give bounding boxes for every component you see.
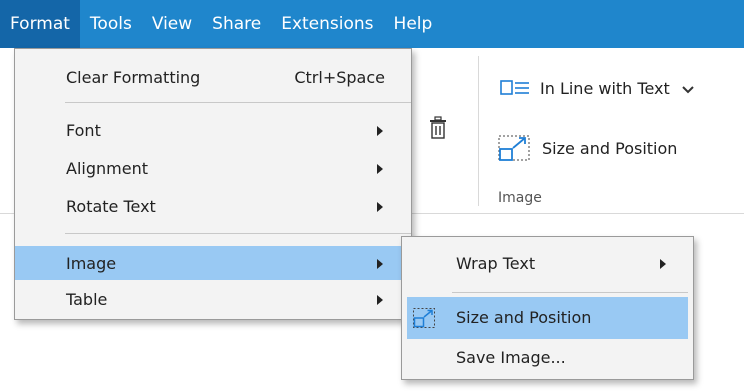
trash-icon[interactable] xyxy=(428,116,448,144)
menu-help[interactable]: Help xyxy=(384,0,443,48)
wrap-text-label: In Line with Text xyxy=(540,78,670,98)
submenu-item-wrap-text[interactable]: Wrap Text xyxy=(407,243,688,285)
format-menu-dropdown: Clear Formatting Ctrl+Space Font Alignme… xyxy=(14,48,412,320)
size-and-position-label: Size and Position xyxy=(456,308,592,327)
image-label: Image xyxy=(66,253,117,273)
rotate-text-label: Rotate Text xyxy=(66,196,156,216)
submenu-separator xyxy=(452,292,688,293)
submenu-arrow-icon xyxy=(377,259,383,269)
menu-item-alignment[interactable]: Alignment xyxy=(15,151,411,185)
submenu-arrow-icon xyxy=(377,126,383,136)
chevron-down-icon xyxy=(682,79,694,98)
alignment-label: Alignment xyxy=(66,158,148,178)
menu-separator xyxy=(65,102,411,103)
ribbon-separator xyxy=(478,56,479,206)
save-image-label: Save Image... xyxy=(456,348,566,367)
size-position-label: Size and Position xyxy=(542,138,678,158)
image-submenu: Wrap Text Size and Position Save Image..… xyxy=(401,236,694,380)
submenu-arrow-icon xyxy=(377,295,383,305)
menu-item-table[interactable]: Table xyxy=(15,282,411,316)
wrap-text-label: Wrap Text xyxy=(456,254,536,273)
submenu-arrow-icon xyxy=(377,164,383,174)
ribbon-group-label: Image xyxy=(498,190,542,206)
submenu-arrow-icon xyxy=(377,202,383,212)
menu-tools[interactable]: Tools xyxy=(80,0,142,48)
clear-formatting-shortcut: Ctrl+Space xyxy=(294,67,385,87)
table-label: Table xyxy=(66,289,108,309)
menu-view[interactable]: View xyxy=(142,0,202,48)
menu-item-rotate-text[interactable]: Rotate Text xyxy=(15,189,411,223)
wrap-text-dropdown[interactable]: In Line with Text xyxy=(500,78,694,98)
size-position-icon xyxy=(498,134,530,162)
submenu-item-save-image[interactable]: Save Image... xyxy=(407,337,688,379)
wrap-inline-icon xyxy=(500,78,530,98)
size-and-position-button[interactable]: Size and Position xyxy=(498,134,677,162)
menu-share[interactable]: Share xyxy=(202,0,271,48)
menu-format[interactable]: Format xyxy=(0,0,80,48)
font-label: Font xyxy=(66,120,101,140)
menu-separator xyxy=(65,233,411,234)
menu-item-clear-formatting[interactable]: Clear Formatting Ctrl+Space xyxy=(15,60,411,94)
menu-extensions[interactable]: Extensions xyxy=(271,0,383,48)
menu-bar: Format Tools View Share Extensions Help xyxy=(0,0,744,48)
submenu-arrow-icon xyxy=(660,259,666,269)
submenu-item-size-and-position[interactable]: Size and Position xyxy=(407,297,688,339)
menu-item-image[interactable]: Image xyxy=(15,246,411,280)
size-position-icon xyxy=(413,308,435,332)
menu-item-font[interactable]: Font xyxy=(15,113,411,147)
clear-formatting-label: Clear Formatting xyxy=(66,67,201,87)
